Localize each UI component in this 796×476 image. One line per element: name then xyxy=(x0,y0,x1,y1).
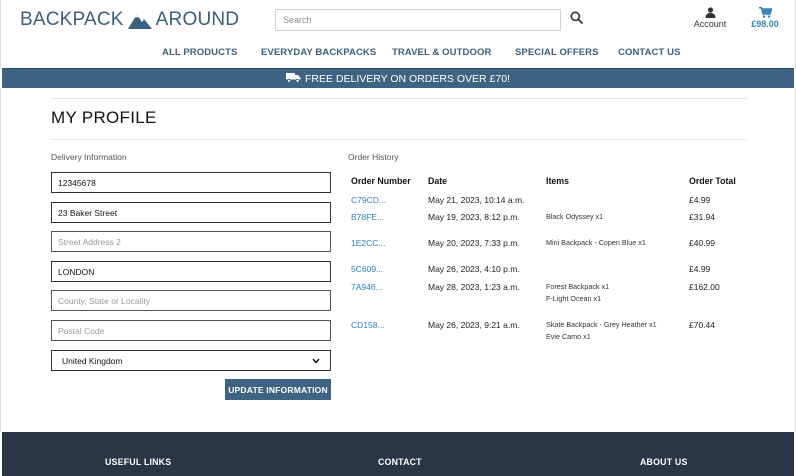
column-header-items: Items xyxy=(546,176,569,186)
nav-everyday-backpacks[interactable]: EVERYDAY BACKPACKS xyxy=(261,47,376,58)
order-date: May 28, 2023, 1:23 a.m. xyxy=(428,282,520,292)
order-date: May 19, 2023, 8:12 p.m. xyxy=(428,212,520,222)
truck-icon xyxy=(285,72,301,86)
nav-all-products[interactable]: ALL PRODUCTS xyxy=(162,47,237,58)
order-total: £4.99 xyxy=(689,264,711,274)
site-logo[interactable]: BACKPACK AROUND xyxy=(20,9,239,31)
shopping-cart-icon xyxy=(749,7,781,18)
user-icon xyxy=(692,7,728,18)
order-number-link[interactable]: C79CD... xyxy=(351,195,386,205)
search-icon[interactable] xyxy=(570,11,584,25)
profile-page: MY PROFILE Delivery Information 12345678… xyxy=(0,88,796,432)
order-date: May 21, 2023, 10:14 a.m. xyxy=(428,195,525,205)
county-field[interactable]: County, State or Locality xyxy=(51,290,331,311)
account-label: Account xyxy=(693,19,727,29)
country-select[interactable]: United Kingdom xyxy=(51,350,331,371)
order-total: £40.99 xyxy=(689,238,715,248)
postcode-field[interactable]: Postal Code xyxy=(51,320,331,341)
footer-heading-about-us: ABOUT US xyxy=(640,457,688,467)
search-box xyxy=(275,9,561,31)
logo-text-left: BACKPACK xyxy=(20,9,124,30)
delivery-banner: FREE DELIVERY ON ORDERS OVER £70! xyxy=(2,68,794,88)
order-total: £162.00 xyxy=(689,282,720,292)
site-header: BACKPACK AROUND Account xyxy=(0,0,796,68)
order-number-link[interactable]: B78FE... xyxy=(351,212,384,222)
order-number-link[interactable]: CD158... xyxy=(351,320,385,330)
order-number-link[interactable]: 5C609... xyxy=(351,264,383,274)
order-item: Evie Camo x1 xyxy=(546,332,591,341)
order-date: May 26, 2023, 4:10 p.m. xyxy=(428,264,520,274)
order-date: May 26, 2023, 9:21 a.m. xyxy=(428,320,520,330)
page-title: MY PROFILE xyxy=(51,108,157,127)
town-field[interactable]: LONDON xyxy=(51,261,331,282)
column-header-order-total: Order Total xyxy=(689,176,736,186)
footer-heading-useful-links: USEFUL LINKS xyxy=(105,457,172,467)
footer-heading-contact: CONTACT xyxy=(378,457,422,467)
mountain-icon xyxy=(127,11,152,29)
country-value: United Kingdom xyxy=(62,355,123,366)
divider xyxy=(51,139,747,140)
delivery-info-label: Delivery Information xyxy=(51,152,127,162)
nav-special-offers[interactable]: SPECIAL OFFERS xyxy=(515,47,599,58)
order-item: Forest Backpack x1 xyxy=(546,282,610,291)
order-item: Skate Backpack - Grey Heather x1 xyxy=(546,320,657,329)
street-address-2-field[interactable]: Street Address 2 xyxy=(51,231,331,252)
order-total: £4.99 xyxy=(689,195,711,205)
logo-text-right: AROUND xyxy=(155,9,240,30)
order-number-link[interactable]: 1E2CC... xyxy=(351,238,386,248)
banner-text: FREE DELIVERY ON ORDERS OVER £70! xyxy=(304,72,510,85)
order-item: Black Odyssey x1 xyxy=(546,212,604,221)
cart-total: £98.00 xyxy=(751,19,779,29)
order-total: £31.94 xyxy=(689,212,715,222)
phone-field[interactable]: 12345678 xyxy=(51,172,331,193)
street-address-1-field[interactable]: 23 Baker Street xyxy=(51,202,331,223)
cart-link[interactable]: £98.00 xyxy=(749,7,781,29)
site-footer: USEFUL LINKS CONTACT ABOUT US xyxy=(2,432,794,476)
chevron-down-icon xyxy=(312,356,320,366)
account-link[interactable]: Account xyxy=(692,7,728,29)
order-history-label: Order History xyxy=(348,152,399,162)
search-input[interactable] xyxy=(276,10,560,30)
order-number-link[interactable]: 7A946... xyxy=(351,282,383,292)
nav-contact-us[interactable]: CONTACT US xyxy=(618,47,681,58)
order-total: £70.44 xyxy=(689,320,715,330)
column-header-date: Date xyxy=(428,176,448,186)
order-item: Mini Backpack - Copen Blue x1 xyxy=(546,238,646,247)
main-nav: ALL PRODUCTS EVERYDAY BACKPACKS TRAVEL &… xyxy=(1,47,796,59)
divider xyxy=(51,98,747,99)
nav-travel-outdoor[interactable]: TRAVEL & OUTDOOR xyxy=(392,47,491,58)
update-information-button[interactable]: UPDATE INFORMATION xyxy=(225,379,331,400)
order-date: May 20, 2023, 7:33 p.m. xyxy=(428,238,520,248)
order-item: F-Light Ocean x1 xyxy=(546,294,602,303)
column-header-order-number: Order Number xyxy=(351,176,411,186)
